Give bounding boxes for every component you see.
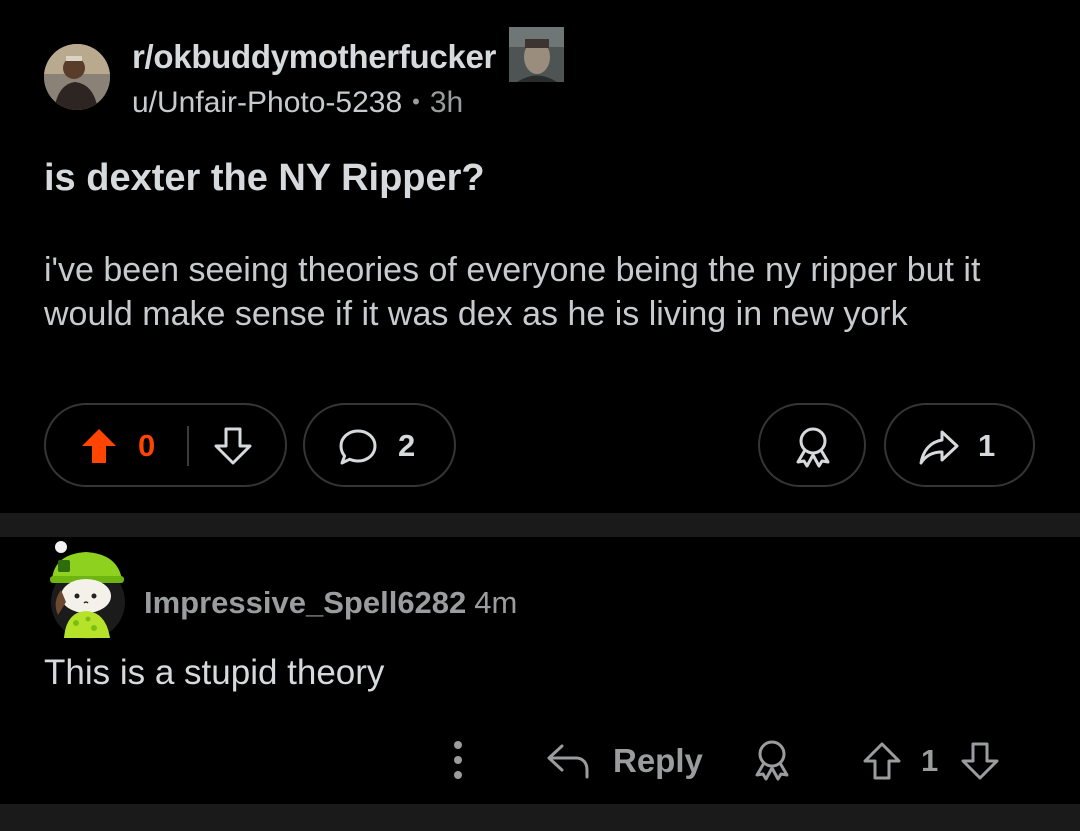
reply-button[interactable]: Reply xyxy=(613,742,703,780)
comment-header: Impressive_Spell6282 4m xyxy=(144,585,517,621)
post-title[interactable]: is dexter the NY Ripper? xyxy=(44,157,485,200)
post-card: r/okbuddymotherfucker u/Unfair-Photo-523… xyxy=(0,0,1080,513)
downvote-icon[interactable] xyxy=(213,426,253,466)
comment-author[interactable]: Impressive_Spell6282 xyxy=(144,585,466,620)
comment-age: 4m xyxy=(474,585,518,620)
subreddit-avatar[interactable] xyxy=(44,44,110,110)
award-icon xyxy=(796,427,830,468)
comments-button[interactable]: 2 xyxy=(303,403,456,487)
share-count: 1 xyxy=(978,428,996,463)
award-button[interactable] xyxy=(758,403,866,487)
comment-count: 2 xyxy=(398,428,416,463)
vote-count: 0 xyxy=(138,428,156,463)
share-button[interactable]: 1 xyxy=(884,403,1035,487)
downvote-icon[interactable] xyxy=(960,741,1000,781)
comment-text: This is a stupid theory xyxy=(44,653,385,692)
commenter-avatar[interactable] xyxy=(44,540,128,640)
bottom-separator xyxy=(0,804,1080,831)
vote-divider xyxy=(187,426,189,466)
post-comment-separator xyxy=(0,513,1080,537)
vote-pill: 0 xyxy=(44,403,287,487)
meta-separator: • xyxy=(412,89,420,114)
post-age: 3h xyxy=(429,86,464,119)
upvote-icon[interactable] xyxy=(79,426,119,466)
more-options-icon[interactable] xyxy=(448,740,468,782)
post-author[interactable]: u/Unfair-Photo-5238 xyxy=(132,86,402,119)
comment-icon xyxy=(339,429,377,465)
reply-icon[interactable] xyxy=(546,742,590,780)
award-icon[interactable] xyxy=(752,738,792,782)
post-meta: u/Unfair-Photo-5238 • 3h xyxy=(132,86,463,120)
share-icon xyxy=(919,430,959,465)
user-flair-image xyxy=(509,27,564,82)
post-body: i've been seeing theories of everyone be… xyxy=(44,251,981,333)
comment-vote-count: 1 xyxy=(921,743,939,778)
subreddit-name[interactable]: r/okbuddymotherfucker xyxy=(132,38,496,76)
upvote-icon[interactable] xyxy=(862,741,902,781)
